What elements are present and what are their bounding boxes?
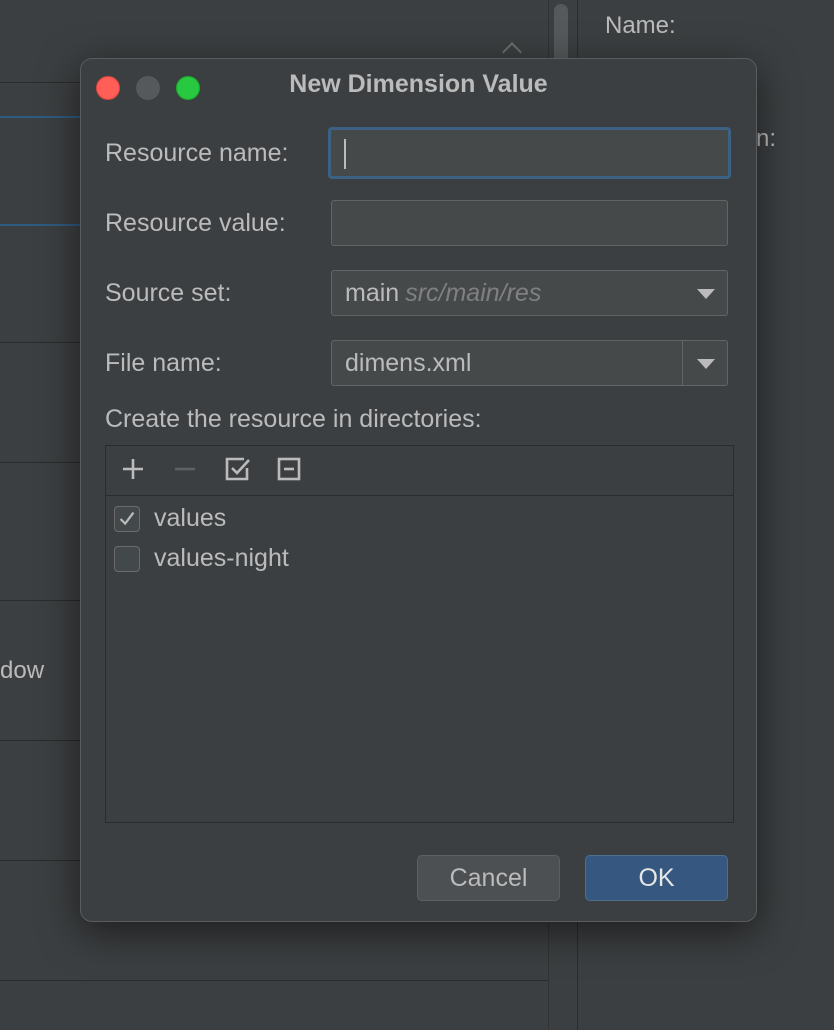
list-item-label: values (154, 504, 227, 532)
file-name-combobox[interactable]: dimens.xml (331, 340, 728, 386)
dialog-title: New Dimension Value (289, 70, 548, 98)
ok-button[interactable]: OK (585, 855, 728, 901)
resource-value-input[interactable] (331, 200, 728, 246)
values-checkbox[interactable] (114, 506, 140, 532)
source-set-path-hint: src/main/res (405, 279, 542, 307)
name-label: Name: (605, 12, 676, 39)
file-name-label: File name: (105, 349, 222, 377)
combo-separator (682, 341, 683, 385)
directories-toolbar (106, 446, 733, 496)
partial-label: n: (756, 125, 777, 152)
uncheck-all-icon[interactable] (274, 454, 304, 484)
background-text-fragment: dow (0, 657, 45, 684)
directories-label: Create the resource in directories: (105, 405, 482, 433)
resource-name-input[interactable] (328, 127, 731, 179)
remove-icon[interactable] (170, 454, 200, 484)
source-set-dropdown[interactable]: main src/main/res (331, 270, 728, 316)
file-name-value[interactable]: dimens.xml (345, 349, 471, 378)
add-icon[interactable] (118, 454, 148, 484)
checkmark-icon (119, 511, 135, 526)
source-set-value: main src/main/res (345, 279, 541, 308)
list-item-label: values-night (154, 544, 289, 572)
resource-value-label: Resource value: (105, 209, 286, 237)
text-caret (344, 139, 346, 169)
divider (0, 980, 548, 981)
cancel-button[interactable]: Cancel (417, 855, 560, 901)
resource-name-label: Resource name: (105, 139, 289, 167)
check-all-icon[interactable] (222, 454, 252, 484)
source-set-label: Source set: (105, 279, 232, 307)
chevron-down-icon[interactable] (697, 359, 715, 369)
new-dimension-value-dialog: New Dimension Value Resource name: Resou… (80, 58, 757, 922)
values-night-checkbox[interactable] (114, 546, 140, 572)
directories-panel: values values-night (105, 445, 734, 823)
source-set-name: main (345, 279, 400, 307)
chevron-down-icon (697, 289, 715, 299)
